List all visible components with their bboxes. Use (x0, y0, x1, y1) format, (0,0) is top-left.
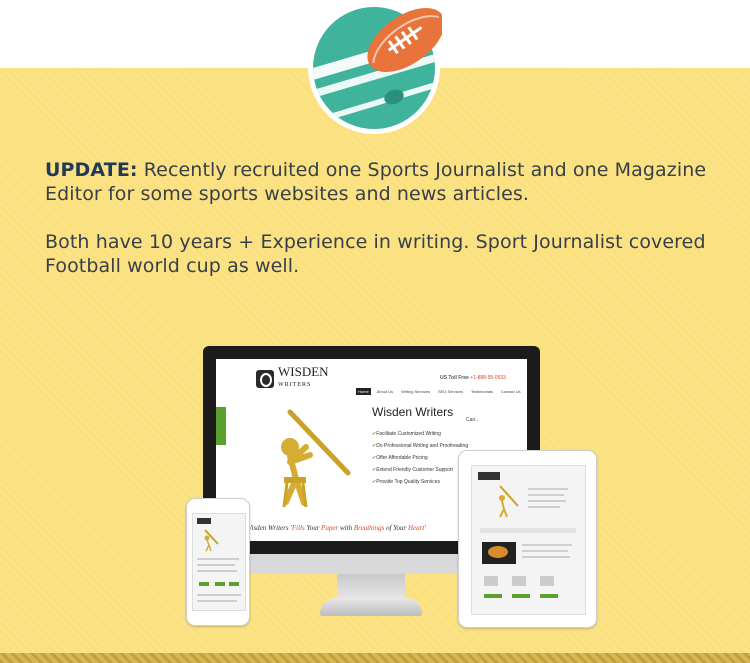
phone-screen (192, 513, 246, 611)
update-text-block: UPDATE: Recently recruited one Sports Jo… (45, 158, 725, 278)
feature-item: Do Professional Writing and Proofreading (372, 443, 468, 449)
feature-list: Facilitate Customized Writing Do Profess… (372, 431, 468, 491)
feature-item: Facilitate Customized Writing (372, 431, 468, 437)
nav-item: About Us (376, 389, 394, 394)
nav-item: Writing Services (401, 389, 430, 394)
hero-title: Wisden Writers (372, 405, 454, 419)
tablet-figure-icon (499, 485, 519, 518)
site-nav: Home About Us Writing Services SEO Servi… (356, 388, 523, 395)
nav-item: Contact Us (500, 389, 521, 394)
american-football-icon (306, 0, 445, 136)
tollfree-text: US Toll Free +1-888-95-0533 (440, 375, 506, 381)
logo-subtitle: WRITERS (278, 382, 312, 388)
phone-device (186, 498, 250, 626)
devices-mockup: WISDEN WRITERS US Toll Free +1-888-95-05… (180, 340, 600, 640)
update-line-1: Recently recruited one Sports Journalist… (45, 159, 707, 205)
feature-item: Extend Friendly Customer Support (372, 467, 468, 473)
side-tab (216, 407, 226, 445)
nav-item: Home (356, 388, 371, 395)
hero-subtitle: Can.. (466, 417, 478, 423)
nav-item: Testimonials (470, 389, 493, 394)
feature-item: Provide Top Quality Services (372, 479, 468, 485)
logo-mark-icon (256, 369, 274, 388)
site-logo: WISDEN WRITERS (256, 364, 329, 390)
monitor-base (320, 598, 422, 616)
phone-logo (197, 518, 211, 524)
tablet-screen (471, 465, 586, 615)
update-paragraph-1: UPDATE: Recently recruited one Sports Jo… (45, 158, 725, 206)
tablet-device (458, 450, 597, 628)
update-paragraph-2: Both have 10 years + Experience in writi… (45, 231, 706, 277)
phone-figure-icon (204, 529, 219, 552)
update-label: UPDATE: (45, 159, 138, 181)
nav-item: SEO Services (437, 389, 463, 394)
bottom-stripe (0, 653, 750, 663)
logo-title: WISDEN (278, 364, 329, 379)
feature-item: Offer Affordable Pricing (372, 455, 468, 461)
site-tagline: Wisden Writers 'Fills Your Paper with Br… (246, 524, 426, 532)
writer-figure-icon (260, 407, 360, 517)
tablet-logo (478, 472, 500, 480)
monitor-stand (337, 574, 405, 600)
